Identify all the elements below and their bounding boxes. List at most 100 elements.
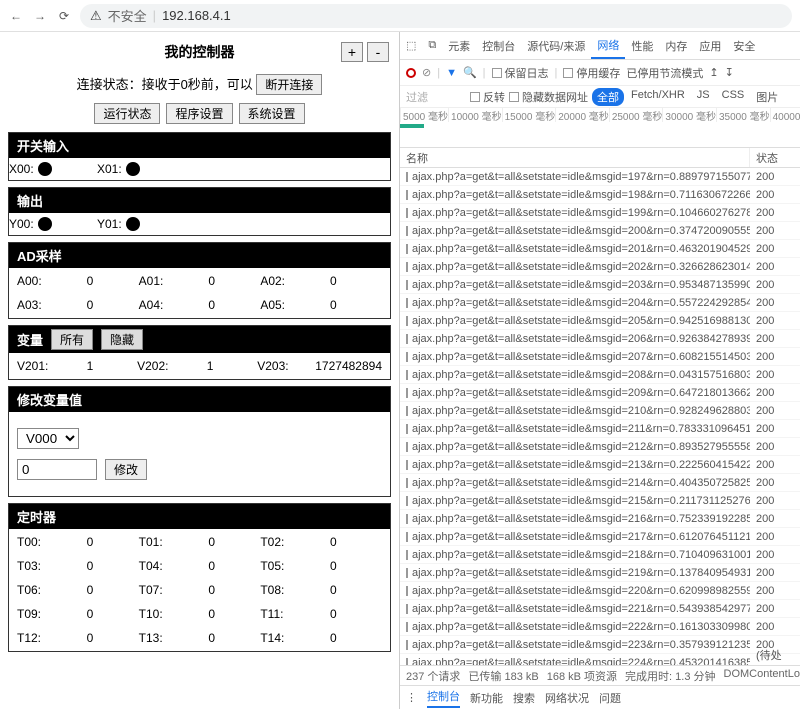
disconnect-button[interactable]: 断开连接 (256, 74, 322, 95)
network-row[interactable]: ajax.php?a=get&t=all&setstate=idle&msgid… (400, 204, 800, 222)
network-row[interactable]: ajax.php?a=get&t=all&setstate=idle&msgid… (400, 168, 800, 186)
tab-system-settings[interactable]: 系统设置 (239, 103, 305, 124)
filter-pill[interactable]: 全部 (592, 88, 624, 106)
filter-pill[interactable]: Fetch/XHR (626, 88, 690, 106)
col-name[interactable]: 名称 (400, 148, 750, 167)
inspect-icon[interactable]: ⬚ (400, 32, 422, 59)
tab-program-settings[interactable]: 程序设置 (166, 103, 232, 124)
network-timeline[interactable]: 5000 毫秒10000 毫秒15000 毫秒20000 毫秒25000 毫秒3… (400, 108, 800, 148)
tab-run-status[interactable]: 运行状态 (94, 103, 160, 124)
x01-indicator (126, 162, 140, 176)
network-row[interactable]: ajax.php?a=get&t=all&setstate=idle&msgid… (400, 600, 800, 618)
network-row[interactable]: ajax.php?a=get&t=all&setstate=idle&msgid… (400, 546, 800, 564)
data-cell: T03:0 (17, 559, 139, 573)
network-row[interactable]: ajax.php?a=get&t=all&setstate=idle&msgid… (400, 528, 800, 546)
forward-icon[interactable]: → (32, 8, 48, 24)
preserve-log-check[interactable]: 保留日志 (492, 65, 549, 81)
hide-data-check[interactable]: 隐藏数据网址 (509, 89, 588, 105)
disable-cache-check[interactable]: 停用缓存 (563, 65, 620, 81)
device-icon[interactable]: ⧉ (422, 32, 442, 59)
record-icon[interactable] (406, 68, 416, 78)
modify-variable-panel: 修改变量值 V000 修改 (8, 386, 391, 497)
devtools-tabs: ⬚ ⧉ 元素控制台源代码/来源网络性能内存应用安全 (400, 32, 800, 60)
devtools-tab[interactable]: 安全 (727, 32, 761, 59)
modify-button[interactable]: 修改 (105, 459, 147, 480)
network-requests[interactable]: ajax.php?a=get&t=all&setstate=idle&msgid… (400, 168, 800, 665)
network-row[interactable]: ajax.php?a=get&t=all&setstate=idle&msgid… (400, 294, 800, 312)
filter-icon[interactable]: ▼ (446, 67, 457, 79)
network-row[interactable]: ajax.php?a=get&t=all&setstate=idle&msgid… (400, 276, 800, 294)
devtools-tab[interactable]: 元素 (442, 32, 476, 59)
network-row[interactable]: ajax.php?a=get&t=all&setstate=idle&msgid… (400, 636, 800, 654)
data-cell: T07:0 (139, 583, 261, 597)
show-all-button[interactable]: 所有 (51, 329, 93, 350)
network-row[interactable]: ajax.php?a=get&t=all&setstate=idle&msgid… (400, 474, 800, 492)
network-row[interactable]: ajax.php?a=get&t=all&setstate=idle&msgid… (400, 420, 800, 438)
network-row[interactable]: ajax.php?a=get&t=all&setstate=idle&msgid… (400, 312, 800, 330)
drawer-toggle-icon[interactable]: ⋮ (406, 691, 417, 704)
network-row[interactable]: ajax.php?a=get&t=all&setstate=idle&msgid… (400, 510, 800, 528)
network-row[interactable]: ajax.php?a=get&t=all&setstate=idle&msgid… (400, 582, 800, 600)
devtools-tab[interactable]: 网络 (591, 32, 625, 59)
data-cell: V203:1727482894 (257, 359, 382, 373)
drawer-tab[interactable]: 新功能 (470, 690, 503, 706)
devtools-tab[interactable]: 控制台 (476, 32, 521, 59)
col-status[interactable]: 状态 (750, 148, 800, 167)
clear-icon[interactable]: ⊘ (422, 66, 431, 79)
reload-icon[interactable]: ⟳ (56, 8, 72, 24)
network-row[interactable]: ajax.php?a=get&t=all&setstate=idle&msgid… (400, 186, 800, 204)
minus-button[interactable]: - (367, 42, 389, 62)
network-row[interactable]: ajax.php?a=get&t=all&setstate=idle&msgid… (400, 366, 800, 384)
network-row[interactable]: ajax.php?a=get&t=all&setstate=idle&msgid… (400, 438, 800, 456)
network-row[interactable]: ajax.php?a=get&t=all&setstate=idle&msgid… (400, 330, 800, 348)
network-row[interactable]: ajax.php?a=get&t=all&setstate=idle&msgid… (400, 564, 800, 582)
drawer-tab[interactable]: 搜索 (513, 690, 535, 706)
network-row[interactable]: ajax.php?a=get&t=all&setstate=idle&msgid… (400, 456, 800, 474)
drawer-tab[interactable]: 网络状况 (545, 690, 589, 706)
data-cell: T04:0 (139, 559, 261, 573)
back-icon[interactable]: ← (8, 8, 24, 24)
network-row[interactable]: ajax.php?a=get&t=all&setstate=idle&msgid… (400, 654, 800, 665)
devtools-tab[interactable]: 内存 (659, 32, 693, 59)
page-content: 我的控制器 + - 连接状态：接收于0秒前，可以 断开连接 运行状态 程序设置 … (0, 32, 400, 709)
plus-button[interactable]: + (341, 42, 363, 62)
filter-pill[interactable]: CSS (717, 88, 750, 106)
data-cell: T06:0 (17, 583, 139, 597)
network-row[interactable]: ajax.php?a=get&t=all&setstate=idle&msgid… (400, 222, 800, 240)
data-cell: T01:0 (139, 535, 261, 549)
devtools-tab[interactable]: 性能 (625, 32, 659, 59)
browser-toolbar: ← → ⟳ ⚠ 不安全 | 192.168.4.1 (0, 0, 800, 32)
drawer-tab[interactable]: 控制台 (427, 688, 460, 708)
download-icon[interactable]: ↧ (725, 66, 734, 79)
network-row[interactable]: ajax.php?a=get&t=all&setstate=idle&msgid… (400, 618, 800, 636)
network-row[interactable]: ajax.php?a=get&t=all&setstate=idle&msgid… (400, 402, 800, 420)
data-cell: T13:0 (139, 631, 261, 645)
filter-input[interactable]: 过滤 (406, 89, 466, 105)
x00-label: X00: (9, 162, 34, 176)
data-cell: T02:0 (260, 535, 382, 549)
variable-select[interactable]: V000 (17, 428, 79, 449)
search-icon[interactable]: 🔍 (463, 66, 477, 79)
filter-pill[interactable]: 图片 (751, 88, 783, 106)
devtools-tab[interactable]: 应用 (693, 32, 727, 59)
variable-panel: 变量 所有 隐藏 V201:1V202:1V203:1727482894 (8, 325, 391, 380)
network-row[interactable]: ajax.php?a=get&t=all&setstate=idle&msgid… (400, 240, 800, 258)
network-row[interactable]: ajax.php?a=get&t=all&setstate=idle&msgid… (400, 492, 800, 510)
devtools-tab[interactable]: 源代码/来源 (521, 32, 591, 59)
variable-value-input[interactable] (17, 459, 97, 480)
y01-indicator[interactable] (126, 217, 140, 231)
invert-check[interactable]: 反转 (470, 89, 505, 105)
network-row[interactable]: ajax.php?a=get&t=all&setstate=idle&msgid… (400, 258, 800, 276)
throttle-select[interactable]: 已停用节流模式 (626, 65, 703, 81)
y01-label: Y01: (97, 217, 122, 231)
network-row[interactable]: ajax.php?a=get&t=all&setstate=idle&msgid… (400, 384, 800, 402)
filter-pill[interactable]: JS (692, 88, 715, 106)
network-row[interactable]: ajax.php?a=get&t=all&setstate=idle&msgid… (400, 348, 800, 366)
address-bar[interactable]: ⚠ 不安全 | 192.168.4.1 (80, 4, 792, 28)
ad-panel: AD采样 A00:0A01:0A02:0A03:0A04:0A05:0 (8, 242, 391, 319)
drawer-tab[interactable]: 问题 (599, 690, 621, 706)
upload-icon[interactable]: ↥ (709, 66, 718, 79)
hide-button[interactable]: 隐藏 (101, 329, 143, 350)
y00-indicator[interactable] (38, 217, 52, 231)
switch-input-panel: 开关输入 X00: X01: (8, 132, 391, 181)
